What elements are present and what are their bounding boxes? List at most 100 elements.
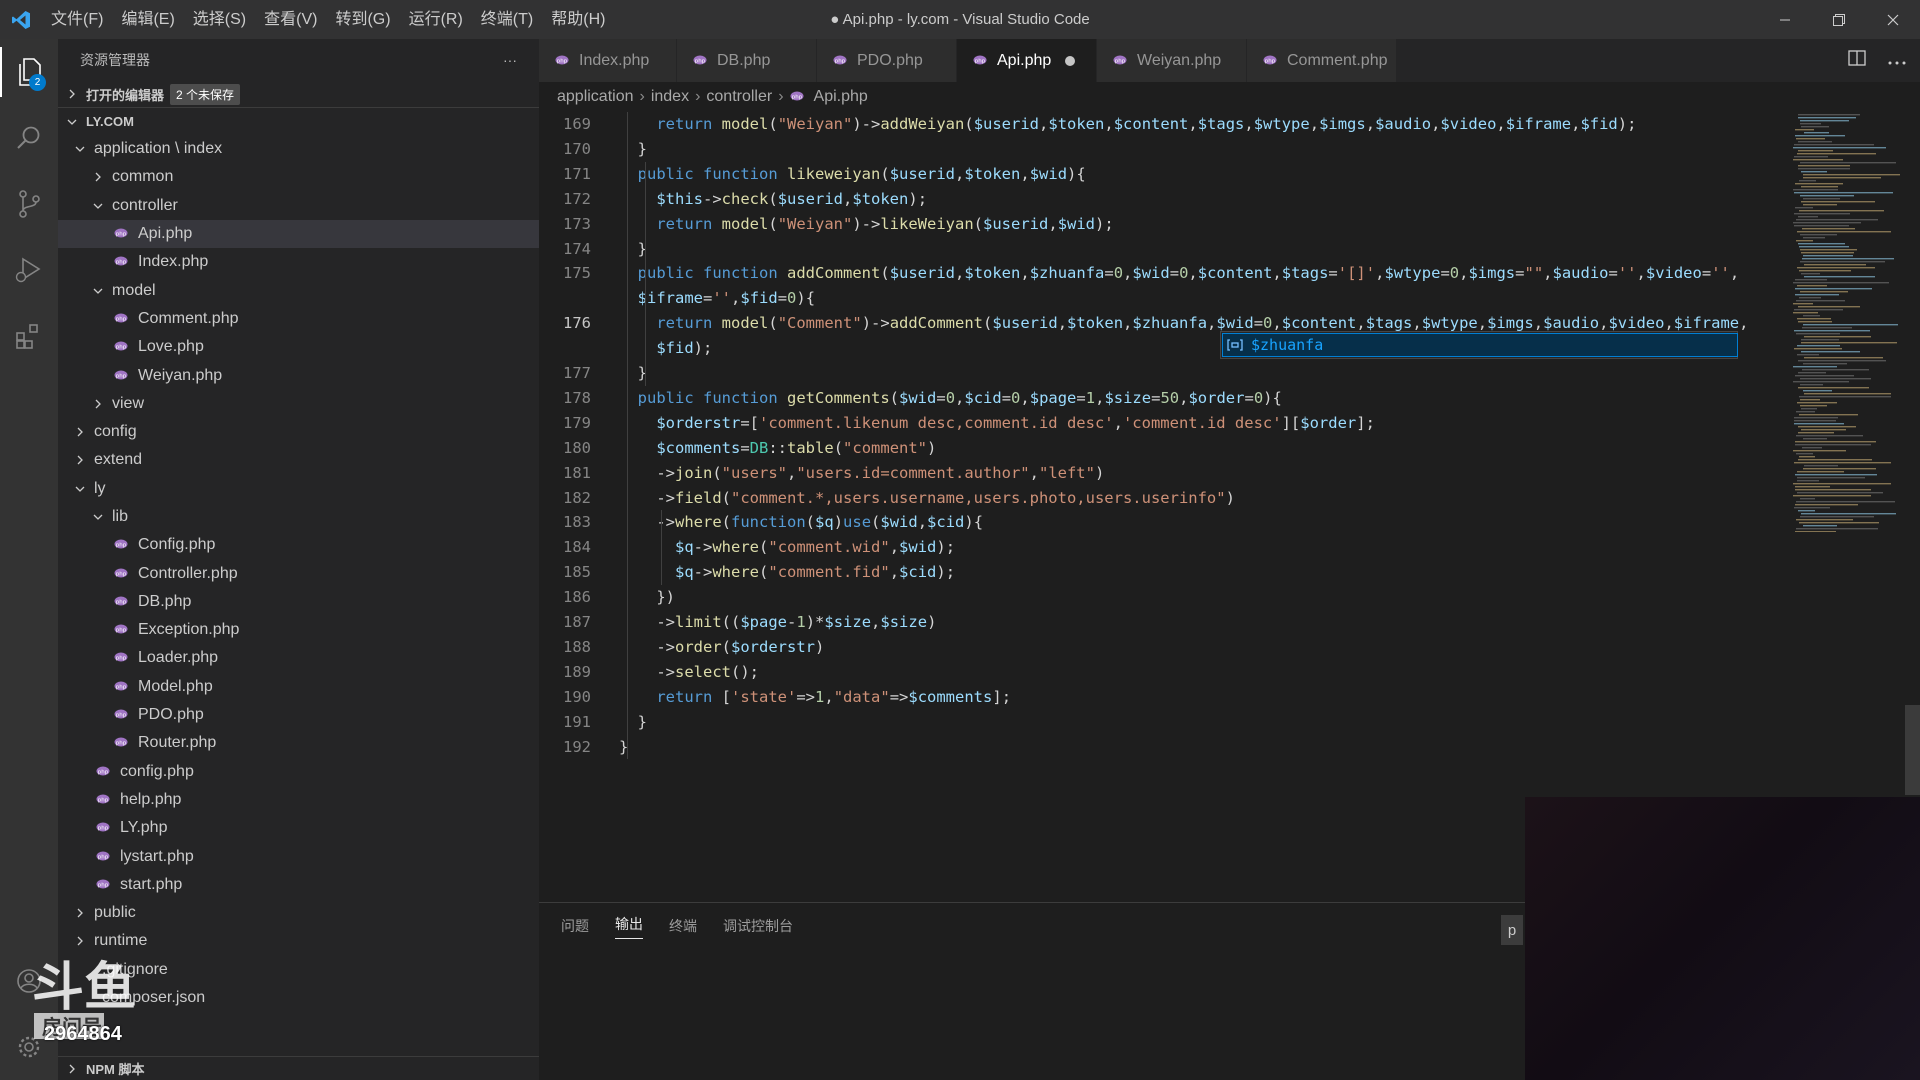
explorer-badge: 2 bbox=[29, 74, 46, 91]
php-file-icon: php bbox=[693, 52, 717, 70]
tree-item-label: Model.php bbox=[138, 677, 213, 695]
minimap-line bbox=[1800, 162, 1896, 164]
tab-api[interactable]: php Api.php bbox=[957, 39, 1097, 82]
tab-db[interactable]: php DB.php bbox=[677, 39, 817, 82]
code-text: $q->where("comment.fid",$cid); bbox=[675, 563, 956, 582]
tree-folder[interactable]: model bbox=[58, 276, 539, 304]
tree-file[interactable]: php Router.php bbox=[58, 729, 539, 757]
tab-pdo[interactable]: php PDO.php bbox=[817, 39, 957, 82]
panel-tab[interactable]: 问题 bbox=[561, 916, 589, 936]
panel-tab[interactable]: 终端 bbox=[669, 916, 697, 936]
more-actions-icon[interactable]: ··· bbox=[503, 52, 517, 68]
tree-file[interactable]: php Controller.php bbox=[58, 559, 539, 587]
breadcrumb-item[interactable]: Api.php bbox=[814, 88, 868, 106]
close-icon[interactable] bbox=[1866, 0, 1920, 39]
minimap-line bbox=[1797, 231, 1891, 233]
tree-folder[interactable]: ly bbox=[58, 475, 539, 503]
minimap[interactable] bbox=[1789, 112, 1904, 532]
minimap-line bbox=[1794, 192, 1893, 194]
tree-folder[interactable]: config bbox=[58, 418, 539, 446]
minimap-line bbox=[1795, 288, 1872, 290]
tree-file[interactable]: php Api.php bbox=[58, 219, 539, 249]
tree-file[interactable]: php LY.php bbox=[58, 814, 539, 842]
tree-item-label: public bbox=[94, 904, 136, 922]
breadcrumb-item[interactable]: controller bbox=[706, 88, 772, 106]
tree-file[interactable]: php help.php bbox=[58, 786, 539, 814]
menu-item[interactable]: 查看(V) bbox=[255, 0, 326, 39]
breadcrumb-separator-icon: › bbox=[639, 88, 645, 105]
menu-item[interactable]: 选择(S) bbox=[184, 0, 255, 39]
minimap-line bbox=[1803, 438, 1827, 440]
tree-file[interactable]: php start.php bbox=[58, 871, 539, 899]
minimap-line bbox=[1796, 411, 1815, 413]
tree-file[interactable]: php Loader.php bbox=[58, 644, 539, 672]
menu-item[interactable]: 运行(R) bbox=[400, 0, 472, 39]
extensions-icon[interactable] bbox=[0, 303, 58, 369]
tree-file[interactable]: php DB.php bbox=[58, 588, 539, 616]
search-icon[interactable] bbox=[0, 105, 58, 171]
tree-folder[interactable]: application \ index bbox=[58, 135, 539, 163]
tab-index[interactable]: php Index.php bbox=[539, 39, 677, 82]
tree-folder[interactable]: extend bbox=[58, 446, 539, 474]
tree-file[interactable]: php Weiyan.php bbox=[58, 361, 539, 389]
tree-file[interactable]: php Exception.php bbox=[58, 616, 539, 644]
php-file-icon: php bbox=[973, 52, 997, 70]
code-text: $iframe='',$fid=0){ bbox=[637, 289, 816, 308]
files-icon[interactable]: 2 bbox=[0, 39, 58, 105]
minimap-line bbox=[1794, 462, 1891, 464]
minimap-line bbox=[1803, 174, 1900, 176]
code-editor[interactable]: 169 return model("Weiyan")->addWeiyan($u… bbox=[539, 112, 1789, 902]
minimap-line bbox=[1795, 444, 1871, 446]
php-file-icon: php bbox=[114, 338, 138, 356]
minimap-line bbox=[1798, 510, 1815, 512]
editor-scrollbar[interactable] bbox=[1905, 112, 1920, 792]
tree-folder[interactable]: public bbox=[58, 899, 539, 927]
tab-weiyan[interactable]: php Weiyan.php bbox=[1097, 39, 1247, 82]
tree-folder[interactable]: view bbox=[58, 390, 539, 418]
minimize-icon[interactable] bbox=[1758, 0, 1812, 39]
menu-item[interactable]: 终端(T) bbox=[472, 0, 542, 39]
minimap-line bbox=[1800, 291, 1848, 293]
panel-tab[interactable]: 调试控制台 bbox=[723, 916, 793, 936]
restore-icon[interactable] bbox=[1812, 0, 1866, 39]
autocomplete-popup[interactable]: $zhuanfa bbox=[1220, 331, 1738, 359]
tree-item-label: common bbox=[112, 168, 174, 186]
code-text: } bbox=[619, 239, 647, 258]
source-control-icon[interactable] bbox=[0, 171, 58, 237]
more-actions-icon[interactable] bbox=[1888, 52, 1906, 70]
breadcrumb-item[interactable]: application bbox=[557, 88, 634, 106]
tree-file[interactable]: php Comment.php bbox=[58, 305, 539, 333]
minimap-line bbox=[1795, 486, 1830, 488]
run-debug-icon[interactable] bbox=[0, 237, 58, 303]
scrollbar-thumb[interactable] bbox=[1905, 705, 1920, 795]
menu-item[interactable]: 编辑(E) bbox=[112, 0, 183, 39]
tree-folder[interactable]: controller bbox=[58, 192, 539, 220]
svg-text:php: php bbox=[116, 627, 127, 633]
minimap-line bbox=[1801, 408, 1817, 410]
split-editor-icon[interactable] bbox=[1848, 50, 1866, 71]
tree-file[interactable]: php PDO.php bbox=[58, 701, 539, 729]
tree-file[interactable]: php Config.php bbox=[58, 531, 539, 559]
tree-file[interactable]: php Love.php bbox=[58, 333, 539, 361]
menu-item[interactable]: 帮助(H) bbox=[542, 0, 614, 39]
menu-item[interactable]: 文件(F) bbox=[42, 0, 112, 39]
tree-folder[interactable]: lib bbox=[58, 503, 539, 531]
autocomplete-item[interactable]: $zhuanfa bbox=[1251, 336, 1323, 354]
tree-file[interactable]: php lystart.php bbox=[58, 842, 539, 870]
unsaved-dot-icon[interactable] bbox=[1065, 55, 1076, 66]
tree-item-label: Index.php bbox=[138, 253, 209, 271]
tree-file[interactable]: php Model.php bbox=[58, 673, 539, 701]
menu-item[interactable]: 转到(G) bbox=[326, 0, 399, 39]
workspace-root[interactable]: LY.COM bbox=[58, 107, 539, 135]
output-channel-select[interactable]: p bbox=[1501, 915, 1523, 945]
panel-tab[interactable]: 输出 bbox=[615, 914, 643, 939]
minimap-line bbox=[1803, 177, 1881, 179]
tree-folder[interactable]: common bbox=[58, 163, 539, 191]
php-file-icon: php bbox=[555, 52, 579, 70]
tree-file[interactable]: php config.php bbox=[58, 758, 539, 786]
open-editors-section[interactable]: 打开的编辑器 2 个未保存 bbox=[58, 81, 539, 107]
tree-file[interactable]: php Index.php bbox=[58, 248, 539, 276]
tab-comment[interactable]: php Comment.php bbox=[1247, 39, 1397, 82]
breadcrumb-item[interactable]: index bbox=[651, 88, 689, 106]
line-number: 190 bbox=[563, 687, 591, 706]
